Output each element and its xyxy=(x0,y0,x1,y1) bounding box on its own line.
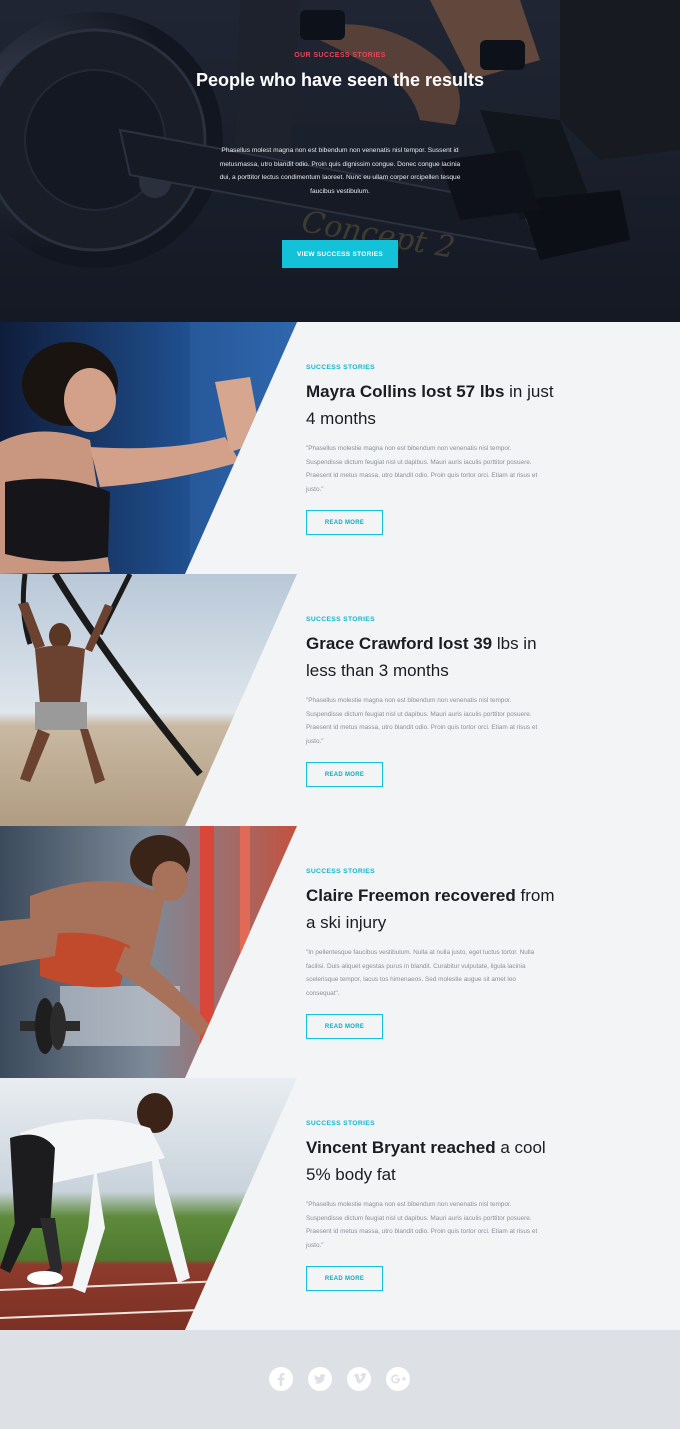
read-more-button[interactable]: READ MORE xyxy=(306,510,383,535)
story-kicker: SUCCESS STORIES xyxy=(306,616,375,623)
story-photo-grace xyxy=(0,574,297,826)
hero-kicker: OUR SUCCESS STORIES xyxy=(294,52,386,59)
facebook-icon[interactable] xyxy=(269,1367,293,1391)
story-text: "In pellentesque faucibus vestibulum. Nu… xyxy=(306,949,535,997)
footer xyxy=(0,1330,680,1429)
story-text: "Phasellus molestie magna non est bibend… xyxy=(306,1201,538,1249)
read-more-button[interactable]: READ MORE xyxy=(306,1014,383,1039)
story-card: SUCCESS STORIES Grace Crawford lost 39 l… xyxy=(0,574,680,826)
read-more-button[interactable]: READ MORE xyxy=(306,1266,383,1291)
google-plus-glyph xyxy=(391,1374,406,1384)
story-title-bold: Claire Freemon recovered xyxy=(306,886,516,905)
story-kicker: SUCCESS STORIES xyxy=(306,1120,375,1127)
story-title-bold: Mayra Collins lost 57 lbs xyxy=(306,382,505,401)
vimeo-glyph xyxy=(353,1372,366,1384)
story-title: Vincent Bryant reached a cool 5% body fa… xyxy=(306,1134,566,1188)
hero-title: People who have seen the results xyxy=(195,70,485,90)
story-text: "Phasellus molestie magna non est bibend… xyxy=(306,697,538,745)
story-photo-mayra xyxy=(0,322,297,574)
story-kicker: SUCCESS STORIES xyxy=(306,868,375,875)
story-title: Claire Freemon recovered from a ski inju… xyxy=(306,882,566,936)
story-title: Grace Crawford lost 39 lbs in less than … xyxy=(306,630,566,684)
story-title: Mayra Collins lost 57 lbs in just 4 mont… xyxy=(306,378,566,432)
twitter-glyph xyxy=(314,1374,326,1384)
social-links xyxy=(269,1367,410,1391)
story-kicker: SUCCESS STORIES xyxy=(306,364,375,371)
hero-section: Concept 2 OUR SUCCESS STORIES People who… xyxy=(0,0,680,322)
hero-description: Phasellus molest magna non est bibendum … xyxy=(219,147,461,195)
story-text: "Phasellus molestie magna non est bibend… xyxy=(306,445,538,493)
story-card: SUCCESS STORIES Claire Freemon recovered… xyxy=(0,826,680,1078)
twitter-icon[interactable] xyxy=(308,1367,332,1391)
vimeo-icon[interactable] xyxy=(347,1367,371,1391)
read-more-button[interactable]: READ MORE xyxy=(306,762,383,787)
facebook-glyph xyxy=(277,1373,285,1386)
view-success-stories-button[interactable]: VIEW SUCCESS STORIES xyxy=(282,240,398,268)
story-card: SUCCESS STORIES Vincent Bryant reached a… xyxy=(0,1078,680,1330)
google-plus-icon[interactable] xyxy=(386,1367,410,1391)
story-photo-vincent xyxy=(0,1078,297,1330)
story-title-bold: Vincent Bryant reached xyxy=(306,1138,496,1157)
story-card: SUCCESS STORIES Mayra Collins lost 57 lb… xyxy=(0,322,680,574)
story-title-bold: Grace Crawford lost 39 xyxy=(306,634,493,653)
story-photo-claire xyxy=(0,826,297,1078)
